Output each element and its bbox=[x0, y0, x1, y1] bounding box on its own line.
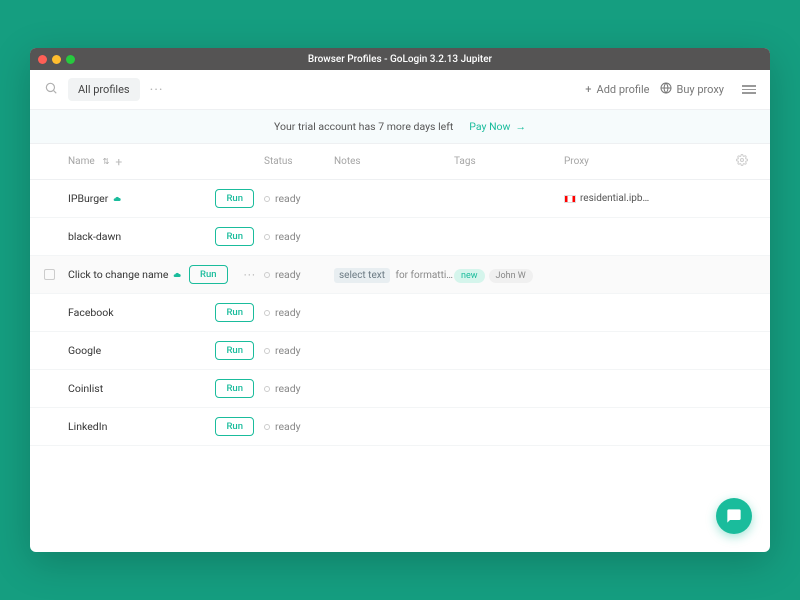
table-body: IPBurger Run ready residential.ipb… black-da… bbox=[30, 180, 770, 552]
run-button[interactable]: Run bbox=[215, 417, 254, 436]
status-cell: ready bbox=[264, 268, 334, 281]
chat-fab-button[interactable] bbox=[716, 498, 752, 534]
status-dot-icon bbox=[264, 424, 270, 430]
add-column-icon[interactable]: + bbox=[115, 155, 122, 169]
column-tags[interactable]: Tags bbox=[454, 156, 564, 167]
proxy-cell[interactable]: residential.ipb… bbox=[564, 193, 736, 204]
add-profile-label: Add profile bbox=[597, 83, 650, 96]
run-button[interactable]: Run bbox=[215, 227, 254, 246]
cloud-icon bbox=[113, 195, 121, 203]
buy-proxy-label: Buy proxy bbox=[677, 83, 724, 96]
column-name-label: Name bbox=[68, 156, 95, 167]
table-header: Name ⇅ + Status Notes Tags Proxy bbox=[30, 144, 770, 180]
status-dot-icon bbox=[264, 234, 270, 240]
status-dot-icon bbox=[264, 196, 270, 202]
table-row[interactable]: black-dawn Run ready bbox=[30, 218, 770, 256]
table-row[interactable]: Google Run ready bbox=[30, 332, 770, 370]
status-dot-icon bbox=[264, 348, 270, 354]
status-cell: ready bbox=[264, 420, 334, 433]
profile-name[interactable]: Facebook bbox=[68, 306, 114, 319]
row-checkbox[interactable] bbox=[44, 269, 55, 280]
table-row[interactable]: IPBurger Run ready residential.ipb… bbox=[30, 180, 770, 218]
arrow-right-icon: → bbox=[515, 120, 526, 133]
column-proxy[interactable]: Proxy bbox=[564, 156, 736, 167]
proxy-label: residential.ipb… bbox=[580, 193, 649, 204]
status-cell: ready bbox=[264, 230, 334, 243]
profile-name[interactable]: Coinlist bbox=[68, 382, 103, 395]
table-row[interactable]: Coinlist Run ready bbox=[30, 370, 770, 408]
buy-proxy-button[interactable]: Buy proxy bbox=[660, 82, 724, 97]
toolbar: All profiles ··· + Add profile Buy proxy bbox=[30, 70, 770, 110]
table-row[interactable]: Click to change name Run ··· readyselect te… bbox=[30, 256, 770, 294]
cloud-icon bbox=[173, 271, 181, 279]
globe-icon bbox=[660, 82, 672, 97]
plus-icon: + bbox=[585, 83, 591, 96]
row-more-icon[interactable]: ··· bbox=[244, 268, 256, 282]
run-button[interactable]: Run bbox=[215, 303, 254, 322]
add-profile-button[interactable]: + Add profile bbox=[585, 83, 649, 96]
column-status[interactable]: Status bbox=[264, 156, 334, 167]
column-name[interactable]: Name ⇅ + bbox=[68, 155, 264, 169]
tag-pill[interactable]: John W bbox=[489, 269, 533, 283]
titlebar: Browser Profiles - GoLogin 3.2.13 Jupite… bbox=[30, 48, 770, 70]
table-row[interactable]: Facebook Run ready bbox=[30, 294, 770, 332]
flag-icon bbox=[564, 195, 576, 203]
run-button[interactable]: Run bbox=[215, 341, 254, 360]
sort-icon: ⇅ bbox=[103, 157, 110, 166]
run-button[interactable]: Run bbox=[189, 265, 228, 284]
profile-name[interactable]: IPBurger bbox=[68, 192, 108, 205]
search-icon[interactable] bbox=[44, 80, 58, 99]
filter-chip-all-profiles[interactable]: All profiles bbox=[68, 78, 140, 101]
profile-name[interactable]: LinkedIn bbox=[68, 420, 107, 433]
profile-name[interactable]: Google bbox=[68, 344, 101, 357]
run-button[interactable]: Run bbox=[215, 379, 254, 398]
column-notes[interactable]: Notes bbox=[334, 156, 454, 167]
profile-name[interactable]: black-dawn bbox=[68, 230, 121, 243]
chat-icon bbox=[726, 508, 742, 524]
status-dot-icon bbox=[264, 272, 270, 278]
tag-pill[interactable]: new bbox=[454, 269, 485, 283]
status-dot-icon bbox=[264, 310, 270, 316]
trial-message: Your trial account has 7 more days left bbox=[274, 120, 453, 133]
run-button[interactable]: Run bbox=[215, 189, 254, 208]
pay-now-link[interactable]: Pay Now → bbox=[469, 120, 526, 133]
profile-name[interactable]: Click to change name bbox=[68, 268, 168, 281]
status-cell: ready bbox=[264, 306, 334, 319]
window-title: Browser Profiles - GoLogin 3.2.13 Jupite… bbox=[30, 54, 770, 65]
app-window: Browser Profiles - GoLogin 3.2.13 Jupite… bbox=[30, 48, 770, 552]
note-text: for formatti… bbox=[393, 270, 453, 281]
status-cell: ready bbox=[264, 192, 334, 205]
status-cell: ready bbox=[264, 382, 334, 395]
more-filter-icon[interactable]: ··· bbox=[150, 82, 164, 98]
note-highlight[interactable]: select text bbox=[334, 268, 390, 283]
trial-banner: Your trial account has 7 more days left … bbox=[30, 110, 770, 144]
status-dot-icon bbox=[264, 386, 270, 392]
hamburger-menu-icon[interactable] bbox=[742, 85, 756, 94]
settings-column-icon[interactable] bbox=[736, 154, 756, 169]
status-cell: ready bbox=[264, 344, 334, 357]
pay-now-label: Pay Now bbox=[469, 120, 510, 133]
table-row[interactable]: LinkedIn Run ready bbox=[30, 408, 770, 446]
